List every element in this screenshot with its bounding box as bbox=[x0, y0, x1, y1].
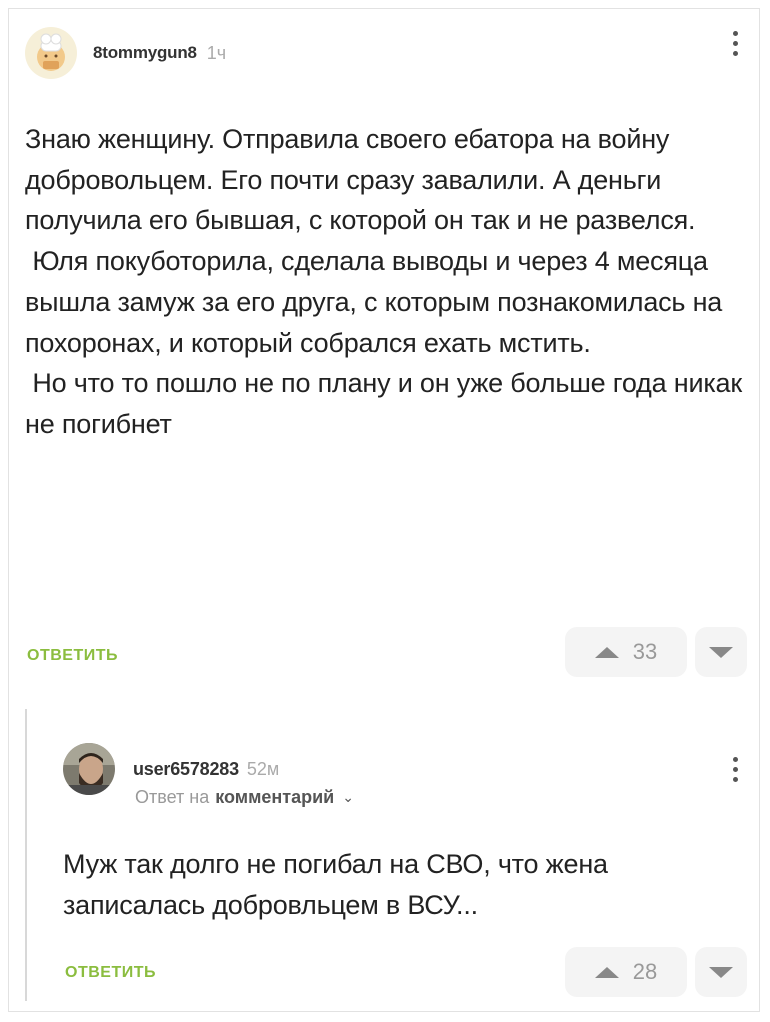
vote-controls: 28 bbox=[565, 947, 747, 997]
downvote-button[interactable] bbox=[695, 627, 747, 677]
chef-avatar-icon bbox=[25, 27, 77, 79]
avatar[interactable] bbox=[63, 743, 115, 795]
username[interactable]: 8tommygun8 bbox=[93, 43, 197, 63]
reply-button[interactable]: ОТВЕТИТЬ bbox=[27, 647, 118, 665]
reply-comment: user6578283 52м Ответ на комментарий ⌄ М… bbox=[9, 709, 759, 1011]
upvote-button[interactable]: 33 bbox=[565, 627, 687, 677]
comment-header: 8tommygun8 1ч bbox=[25, 27, 226, 79]
reply-to-prefix: Ответ на bbox=[135, 787, 210, 807]
reply-button[interactable]: ОТВЕТИТЬ bbox=[65, 964, 156, 982]
comment: 8tommygun8 1ч Знаю женщину. Отправила св… bbox=[9, 9, 759, 709]
avatar[interactable] bbox=[25, 27, 77, 79]
upvote-button[interactable]: 28 bbox=[565, 947, 687, 997]
more-options-icon[interactable] bbox=[729, 31, 741, 56]
comments-frame: 8tommygun8 1ч Знаю женщину. Отправила св… bbox=[8, 8, 760, 1012]
downvote-icon bbox=[709, 966, 733, 978]
more-options-icon[interactable] bbox=[729, 757, 741, 782]
comment-text: Знаю женщину. Отправила своего ебатора н… bbox=[25, 124, 742, 439]
downvote-button[interactable] bbox=[695, 947, 747, 997]
downvote-icon bbox=[709, 646, 733, 658]
reply-to-target[interactable]: комментарий bbox=[215, 787, 334, 808]
vote-controls: 33 bbox=[565, 627, 747, 677]
timestamp: 1ч bbox=[206, 42, 227, 63]
upvote-icon bbox=[594, 646, 619, 658]
timestamp: 52м bbox=[246, 758, 280, 779]
upvote-icon bbox=[594, 966, 619, 978]
reply-to-link[interactable]: Ответ на комментарий ⌄ bbox=[135, 787, 354, 808]
comment-text: Муж так долго не погибал на СВО, что жен… bbox=[63, 849, 616, 920]
user-photo-icon bbox=[63, 743, 115, 795]
chevron-down-icon[interactable]: ⌄ bbox=[342, 789, 354, 806]
rating-count: 33 bbox=[632, 639, 658, 664]
rating-count: 28 bbox=[632, 959, 658, 984]
username[interactable]: user6578283 bbox=[133, 759, 239, 780]
